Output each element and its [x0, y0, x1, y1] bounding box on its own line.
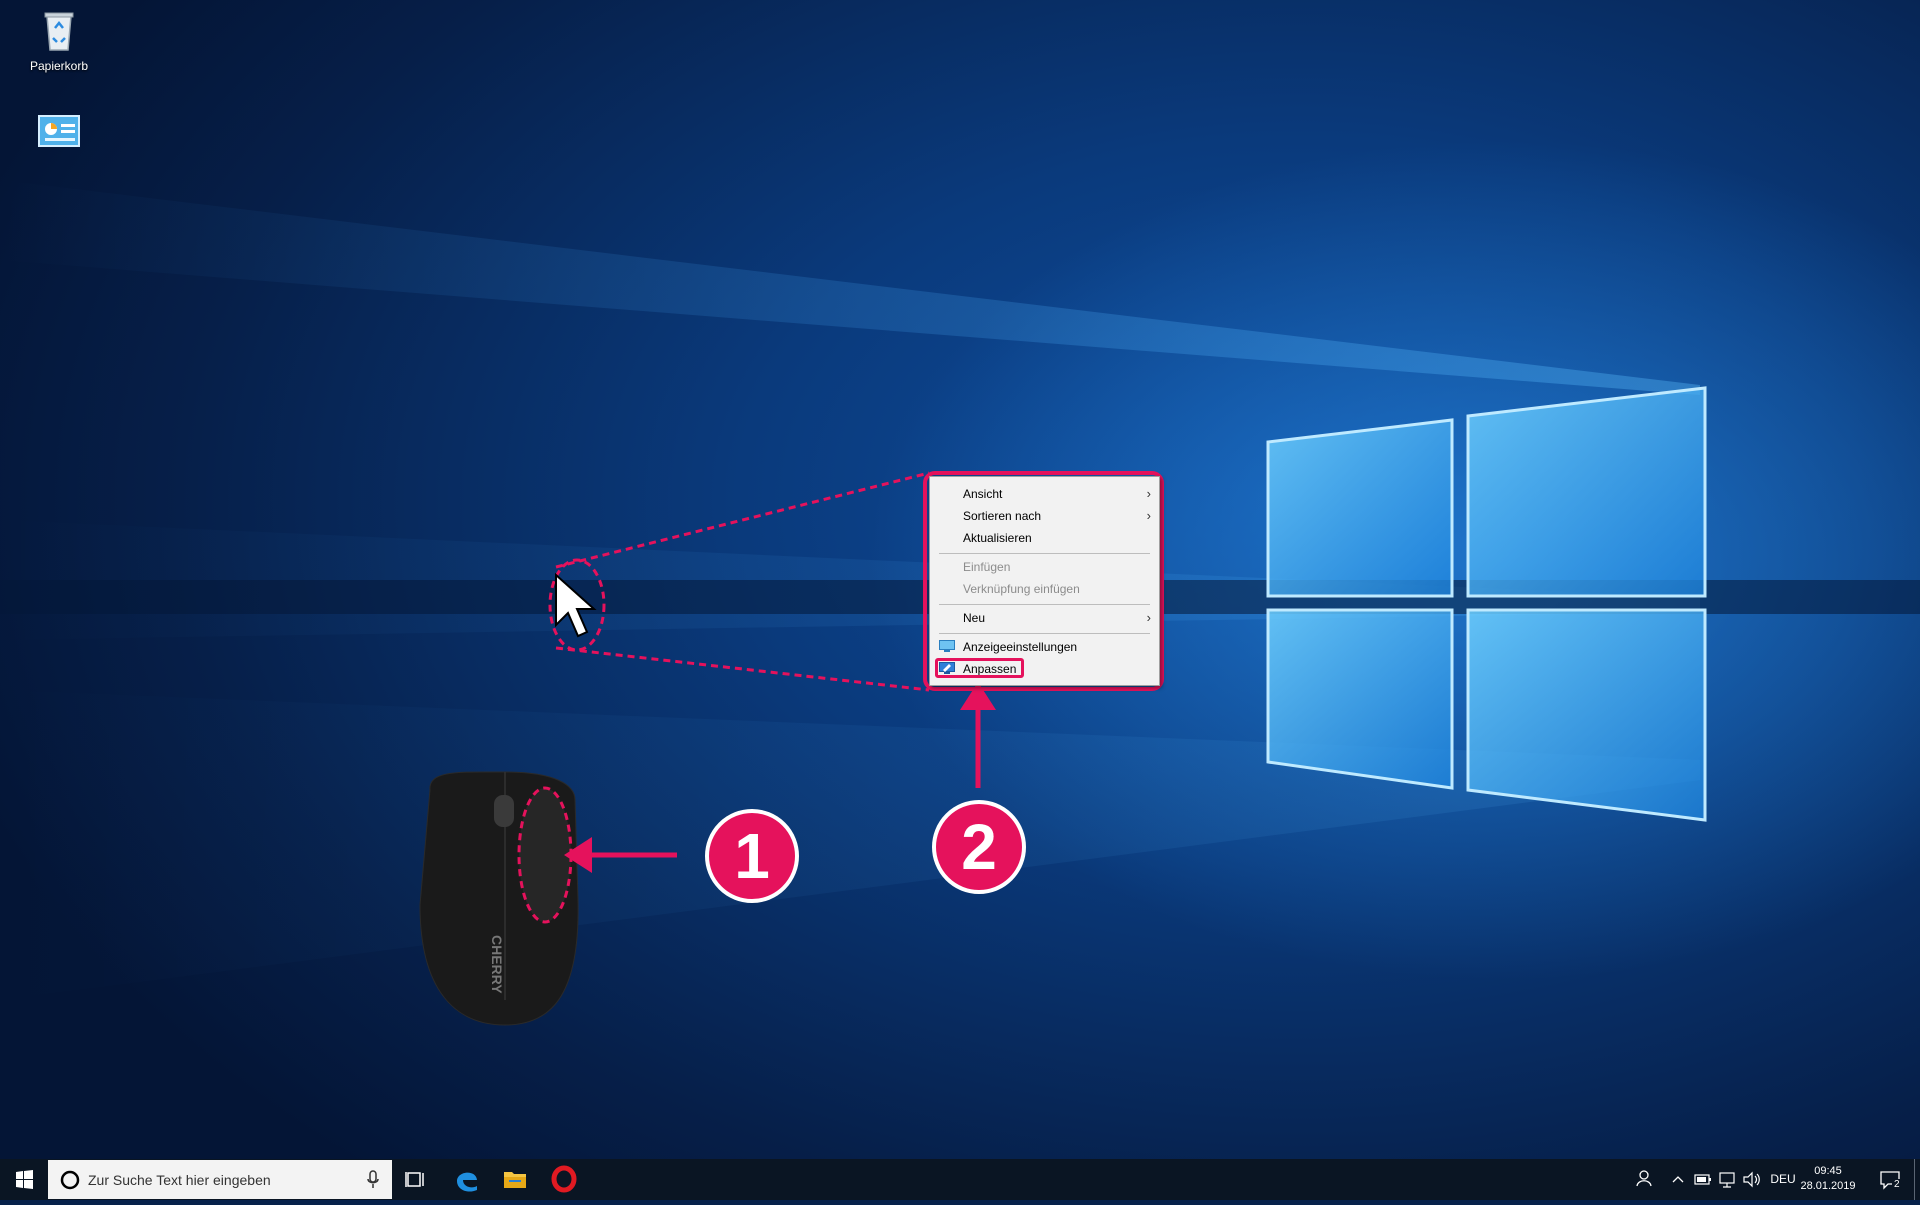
taskbar: Zur Suche Text hier eingeben DEU 09:45 2…	[0, 1159, 1920, 1200]
menu-item-sortieren-nach[interactable]: Sortieren nach ›	[930, 505, 1159, 527]
people-button[interactable]	[1630, 1159, 1656, 1200]
opera-icon	[551, 1165, 577, 1193]
people-icon	[1636, 1170, 1652, 1187]
cortana-icon	[60, 1170, 80, 1190]
action-center-button[interactable]: 2	[1874, 1159, 1908, 1200]
submenu-arrow-icon: ›	[1146, 610, 1151, 625]
step-badge-2: 2	[932, 800, 1026, 894]
menu-item-aktualisieren[interactable]: Aktualisieren	[930, 527, 1159, 549]
step-badge-1: 1	[705, 809, 799, 903]
clock-date: 28.01.2019	[1800, 1180, 1856, 1192]
clock-time: 09:45	[1814, 1165, 1842, 1177]
notification-icon	[1880, 1171, 1900, 1190]
highlight-box	[935, 658, 1024, 678]
file-explorer-icon	[504, 1172, 526, 1188]
menu-item-label: Aktualisieren	[963, 531, 1032, 545]
menu-item-neu[interactable]: Neu ›	[930, 607, 1159, 629]
menu-item-verknuepfung-einfuegen[interactable]: Verknüpfung einfügen	[930, 578, 1159, 600]
speaker-icon	[1743, 1171, 1760, 1188]
network-button[interactable]	[1716, 1159, 1738, 1200]
menu-item-label: Neu	[963, 611, 986, 625]
mouse-brand-label: CHERRY	[489, 935, 505, 994]
submenu-arrow-icon: ›	[1146, 508, 1151, 523]
windows-start-icon	[16, 1170, 33, 1189]
microphone-icon[interactable]	[366, 1170, 380, 1190]
chevron-up-icon	[1672, 1176, 1684, 1183]
task-view-button[interactable]	[392, 1159, 440, 1200]
menu-item-label: Sortieren nach	[963, 509, 1042, 523]
display-settings-icon	[939, 640, 955, 652]
battery-icon	[1694, 1174, 1711, 1185]
volume-button[interactable]	[1740, 1159, 1762, 1200]
submenu-arrow-icon: ›	[1146, 486, 1151, 501]
menu-item-label: Anzeigeeinstellungen	[963, 640, 1078, 654]
taskbar-search-box[interactable]: Zur Suche Text hier eingeben	[48, 1160, 392, 1199]
menu-separator	[939, 633, 1150, 634]
opera-button[interactable]	[540, 1159, 588, 1200]
search-placeholder: Zur Suche Text hier eingeben	[88, 1172, 271, 1188]
desktop-context-menu: Ansicht › Sortieren nach › Aktualisieren…	[929, 476, 1160, 686]
show-desktop-button[interactable]	[1914, 1159, 1920, 1200]
edge-button[interactable]	[443, 1159, 491, 1200]
clock[interactable]: 09:45 28.01.2019	[1793, 1164, 1863, 1194]
menu-item-label: Ansicht	[963, 487, 1003, 501]
menu-separator	[939, 604, 1150, 605]
show-hidden-icons-button[interactable]	[1668, 1159, 1688, 1200]
menu-item-label: Verknüpfung einfügen	[963, 582, 1080, 596]
menu-item-label: Einfügen	[963, 560, 1011, 574]
start-button[interactable]	[0, 1159, 48, 1200]
menu-item-ansicht[interactable]: Ansicht ›	[930, 483, 1159, 505]
menu-item-einfuegen[interactable]: Einfügen	[930, 556, 1159, 578]
menu-item-anzeigeeinstellungen[interactable]: Anzeigeeinstellungen	[930, 636, 1159, 658]
desktop[interactable]: Papierkorb CHERRY 1 2 Ansicht › Sortiere…	[0, 0, 1920, 1159]
task-view-icon	[405, 1172, 424, 1187]
notification-count: 2	[1892, 1179, 1902, 1190]
edge-icon	[457, 1172, 477, 1192]
network-icon	[1719, 1172, 1735, 1188]
file-explorer-button[interactable]	[491, 1159, 539, 1200]
menu-separator	[939, 553, 1150, 554]
battery-button[interactable]	[1692, 1159, 1714, 1200]
menu-item-anpassen[interactable]: Anpassen	[930, 658, 1159, 680]
